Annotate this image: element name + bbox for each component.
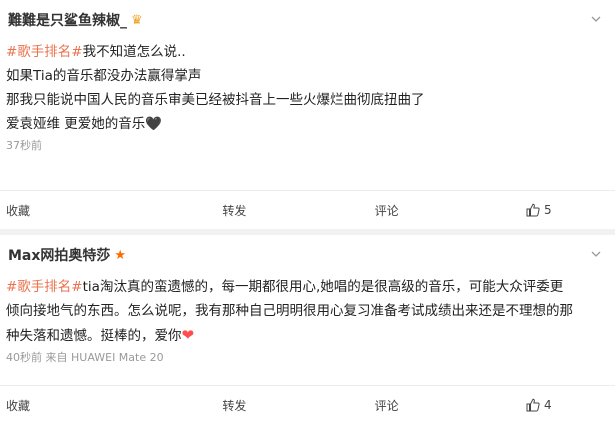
post-text: 倾向接地气的东西。怎么说呢，我有那种自己明明很用心复习准备考试成绩出来还是不理想… xyxy=(6,303,573,319)
comment-button[interactable]: 评论 xyxy=(311,397,463,414)
post-text: 爱袁娅维 更爱她的音乐 xyxy=(6,116,146,132)
chevron-down-icon[interactable] xyxy=(591,249,601,259)
repost-button[interactable]: 转发 xyxy=(158,202,310,219)
post-content: #歌手排名#tia淘汰真的蛮遗憾的，每一期都很用心,她唱的是很高级的音乐，可能大… xyxy=(0,275,615,348)
favorite-label: 收藏 xyxy=(6,203,31,218)
favorite-button[interactable]: 收藏 xyxy=(0,202,158,219)
like-count: 5 xyxy=(544,203,552,217)
post-text: tia淘汰真的蛮遗憾的，每一期都很用心,她唱的是很高级的音乐，可能大众评委更 xyxy=(82,279,564,295)
favorite-label: 收藏 xyxy=(6,398,31,413)
post-text: 种失落和遗憾。挺棒的，爱你 xyxy=(6,328,182,344)
comment-label: 评论 xyxy=(374,398,399,413)
comment-label: 评论 xyxy=(374,203,399,218)
post-text: 我不知道怎么说.. xyxy=(82,44,186,60)
username[interactable]: 難難是只鲨鱼辣椒_ xyxy=(8,12,127,30)
black-heart-emoji: 🖤 xyxy=(145,116,163,132)
star-icon: ★ xyxy=(114,248,127,263)
username[interactable]: Max网拍奥特莎 xyxy=(8,247,110,265)
post-source: 来自 HUAWEI Mate 20 xyxy=(45,351,164,364)
post-text: 那我只能说中国人民的音乐审美已经被抖音上一些火爆烂曲彻底扭曲了 xyxy=(6,92,425,108)
weibo-post-2: Max网拍奥特莎 ★ #歌手排名#tia淘汰真的蛮遗憾的，每一期都很用心,她唱的… xyxy=(0,235,615,424)
red-heart-emoji: ❤ xyxy=(181,326,195,344)
post-time: 37秒前 xyxy=(6,139,42,152)
repost-label: 转发 xyxy=(222,398,247,413)
thumbs-up-icon xyxy=(526,398,540,412)
like-button[interactable]: 5 xyxy=(463,203,615,217)
post-time: 40秒前 xyxy=(6,351,42,364)
hashtag-link[interactable]: #歌手排名# xyxy=(6,44,83,60)
comment-button[interactable]: 评论 xyxy=(311,202,463,219)
post-text: 如果Tia的音乐都没办法赢得掌声 xyxy=(6,68,202,84)
repost-button[interactable]: 转发 xyxy=(158,397,310,414)
action-bar: 收藏 转发 评论 4 xyxy=(0,385,615,424)
repost-label: 转发 xyxy=(222,203,247,218)
weibo-post-1: 難難是只鲨鱼辣椒_ ♛ #歌手排名#我不知道怎么说.. 如果Tia的音乐都没办法… xyxy=(0,0,615,229)
post-header: 難難是只鲨鱼辣椒_ ♛ xyxy=(0,0,615,40)
action-bar: 收藏 转发 评论 5 xyxy=(0,190,615,229)
chevron-down-icon[interactable] xyxy=(591,14,601,24)
hashtag-link[interactable]: #歌手排名# xyxy=(6,279,83,295)
like-button[interactable]: 4 xyxy=(463,398,615,412)
post-header: Max网拍奥特莎 ★ xyxy=(0,235,615,275)
favorite-button[interactable]: 收藏 xyxy=(0,397,158,414)
post-meta: 40秒前 来自 HUAWEI Mate 20 xyxy=(0,350,615,366)
like-count: 4 xyxy=(544,398,552,412)
post-content: #歌手排名#我不知道怎么说.. 如果Tia的音乐都没办法赢得掌声 那我只能说中国… xyxy=(0,40,615,136)
post-meta: 37秒前 xyxy=(0,138,615,154)
thumbs-up-icon xyxy=(526,203,540,217)
crown-icon: ♛ xyxy=(131,13,143,28)
